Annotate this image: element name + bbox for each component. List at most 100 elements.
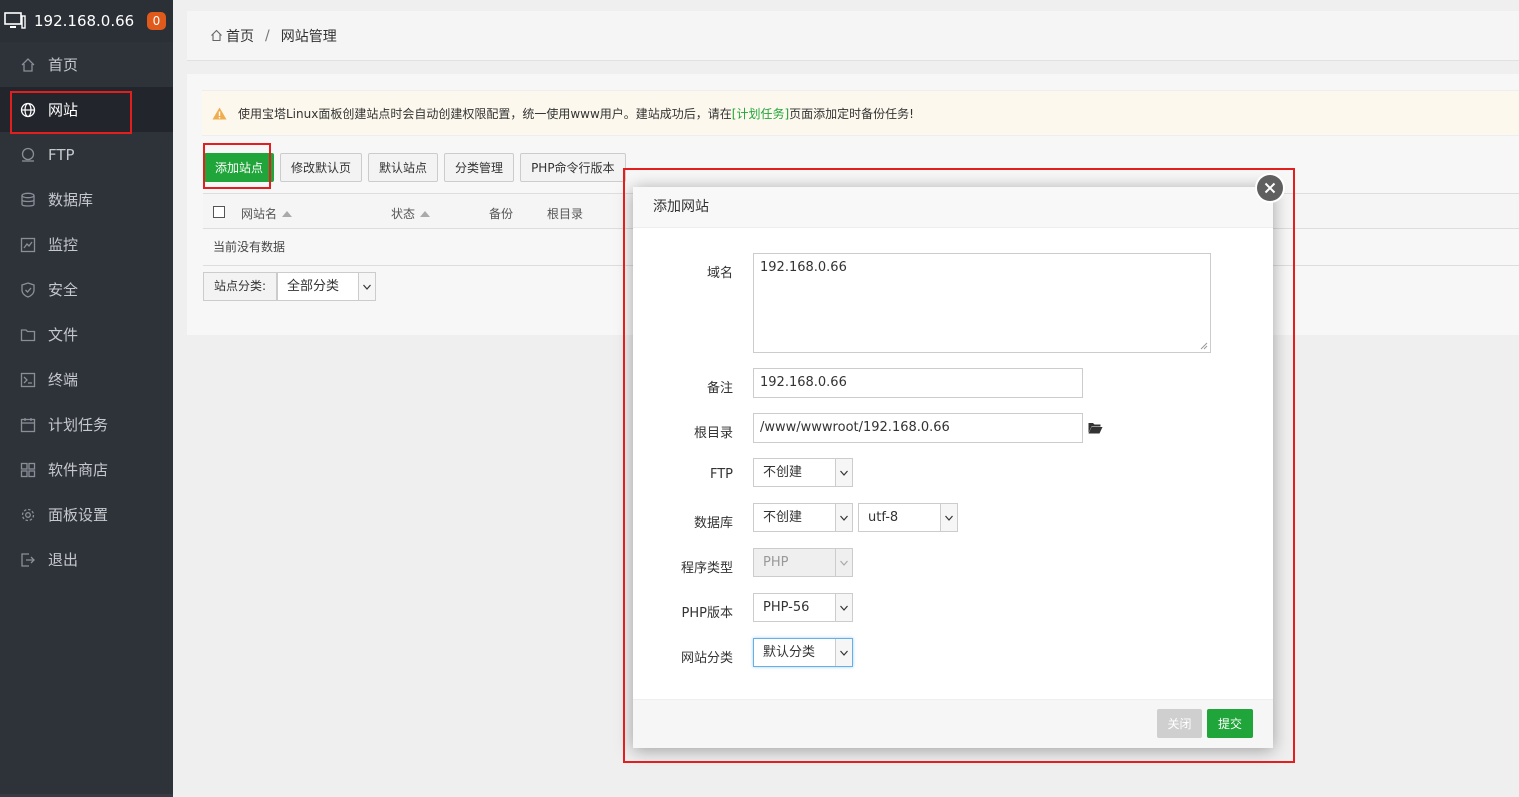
server-ip: 192.168.0.66 xyxy=(34,12,135,30)
default-site-button[interactable]: 默认站点 xyxy=(368,153,439,182)
domain-textarea[interactable]: 192.168.0.66 xyxy=(753,253,1211,353)
highlight-box-add-site xyxy=(203,143,271,189)
server-header: 192.168.0.66 0 xyxy=(0,0,173,42)
add-site-dialog: 添加网站 域名 192.168.0.66 备注 192.168.0.66 根目录… xyxy=(633,187,1273,748)
root-dir-value: /www/wwwroot/192.168.0.66 xyxy=(760,420,950,435)
site-category-label: 网站分类 xyxy=(680,651,733,666)
sidebar-item-monitor[interactable]: 监控 xyxy=(0,222,173,267)
sort-arrow-icon xyxy=(282,210,293,217)
ftp-label: FTP xyxy=(709,467,733,482)
sidebar-item-home[interactable]: 首页 xyxy=(0,42,173,87)
globe-icon xyxy=(20,102,36,117)
select-value: PHP-56 xyxy=(763,600,810,615)
notice-text: 使用宝塔Linux面板创建站点时会自动创建权限配置，统一使用www用户。建站成功… xyxy=(238,106,732,121)
category-manage-button[interactable]: 分类管理 xyxy=(444,153,515,182)
php-version-select[interactable]: PHP-56 xyxy=(753,593,853,622)
select-value: 全部分类 xyxy=(287,279,340,294)
gear-icon xyxy=(21,508,35,521)
database-select[interactable]: 不创建 xyxy=(753,503,853,532)
select-value: 默认分类 xyxy=(763,645,816,660)
sidebar-item-ftp[interactable]: FTP xyxy=(0,132,173,177)
root-dir-label: 根目录 xyxy=(693,426,733,441)
sidebar-item-panel-settings[interactable]: 面板设置 xyxy=(0,492,173,537)
sidebar-item-label: 面板设置 xyxy=(48,506,109,524)
sidebar-item-files[interactable]: 文件 xyxy=(0,312,173,357)
column-label: 网站名 xyxy=(241,207,278,221)
sidebar-item-label: 文件 xyxy=(48,326,79,344)
column-status[interactable]: 状态 xyxy=(391,205,431,222)
php-cli-version-button[interactable]: PHP命令行版本 xyxy=(520,153,626,182)
calendar-icon xyxy=(20,417,36,432)
warning-icon xyxy=(212,107,227,119)
folder-open-icon[interactable] xyxy=(1088,422,1103,434)
close-button[interactable]: 关闭 xyxy=(1157,709,1202,738)
sidebar-item-label: FTP xyxy=(48,145,75,164)
select-value: 不创建 xyxy=(763,510,803,525)
sidebar-item-label: 数据库 xyxy=(48,191,94,209)
domain-label: 域名 xyxy=(706,266,733,281)
database-icon xyxy=(21,192,35,207)
column-backup: 备份 xyxy=(489,205,513,222)
remark-label: 备注 xyxy=(706,381,733,396)
chevron-down-icon xyxy=(835,594,852,621)
sidebar-item-app-store[interactable]: 软件商店 xyxy=(0,447,173,492)
chevron-down-icon xyxy=(835,504,852,531)
sidebar-item-database[interactable]: 数据库 xyxy=(0,177,173,222)
dialog-title: 添加网站 xyxy=(633,187,1273,228)
breadcrumb-separator: / xyxy=(265,27,270,44)
sidebar-item-security[interactable]: 安全 xyxy=(0,267,173,312)
sidebar-menu: 首页 网站 FTP 数据库 监控 安全 文件 终端 计划任务 软件商店 面板设置… xyxy=(0,42,173,582)
submit-button[interactable]: 提交 xyxy=(1207,709,1253,738)
site-category-filter: 站点分类: 全部分类 xyxy=(203,272,377,301)
column-label: 根目录 xyxy=(547,207,584,221)
notification-badge[interactable]: 0 xyxy=(147,12,166,30)
edit-default-page-button[interactable]: 修改默认页 xyxy=(280,153,363,182)
select-value: 不创建 xyxy=(763,465,803,480)
breadcrumb-home[interactable]: 首页 xyxy=(226,26,254,46)
notice-text-end: 页面添加定时备份任务! xyxy=(789,106,914,121)
close-icon xyxy=(1257,175,1283,201)
logout-icon xyxy=(21,552,35,567)
chevron-down-icon xyxy=(835,549,852,576)
apps-icon xyxy=(20,462,36,477)
column-site-name[interactable]: 网站名 xyxy=(241,205,293,222)
sidebar-item-label: 首页 xyxy=(48,56,79,74)
sidebar-filler xyxy=(0,582,173,794)
remark-value: 192.168.0.66 xyxy=(760,375,847,390)
sidebar-item-cron[interactable]: 计划任务 xyxy=(0,402,173,447)
sidebar-item-logout[interactable]: 退出 xyxy=(0,537,173,582)
notice-bar: 使用宝塔Linux面板创建站点时会自动创建权限配置，统一使用www用户。建站成功… xyxy=(202,90,1519,136)
select-value: utf-8 xyxy=(868,510,899,525)
site-category-select[interactable]: 默认分类 xyxy=(753,638,853,667)
sidebar: 192.168.0.66 0 首页 网站 FTP 数据库 监控 安全 文件 终端… xyxy=(0,0,173,797)
remark-input[interactable]: 192.168.0.66 xyxy=(753,368,1083,398)
folder-icon xyxy=(20,328,36,341)
root-dir-input[interactable]: /www/wwwroot/192.168.0.66 xyxy=(753,413,1083,443)
select-value: PHP xyxy=(763,555,789,570)
domain-value: 192.168.0.66 xyxy=(760,260,847,275)
shield-icon xyxy=(21,281,35,298)
home-icon xyxy=(211,29,222,42)
database-charset-select[interactable]: utf-8 xyxy=(858,503,958,532)
dialog-close-button[interactable] xyxy=(1255,173,1285,203)
sidebar-item-label: 监控 xyxy=(48,236,79,254)
sidebar-item-label: 安全 xyxy=(48,281,79,299)
monitor-icon xyxy=(20,237,36,252)
resize-grip-icon[interactable] xyxy=(1200,342,1208,350)
php-version-label: PHP版本 xyxy=(681,606,733,621)
terminal-icon xyxy=(20,372,36,387)
sidebar-item-label: 软件商店 xyxy=(48,461,109,479)
home-icon xyxy=(21,57,35,72)
ftp-select[interactable]: 不创建 xyxy=(753,458,853,487)
select-all-checkbox[interactable] xyxy=(213,206,225,218)
sidebar-item-terminal[interactable]: 终端 xyxy=(0,357,173,402)
database-label: 数据库 xyxy=(693,516,733,531)
sort-arrow-icon xyxy=(420,210,431,217)
column-label: 状态 xyxy=(391,207,416,221)
breadcrumb: 首页 / 网站管理 xyxy=(187,11,1519,61)
sidebar-item-label: 网站 xyxy=(48,101,79,119)
sidebar-item-label: 终端 xyxy=(48,371,79,389)
notice-cron-link[interactable]: [计划任务] xyxy=(732,105,789,122)
sidebar-item-website[interactable]: 网站 xyxy=(0,87,173,132)
site-category-select[interactable]: 全部分类 xyxy=(277,272,377,301)
